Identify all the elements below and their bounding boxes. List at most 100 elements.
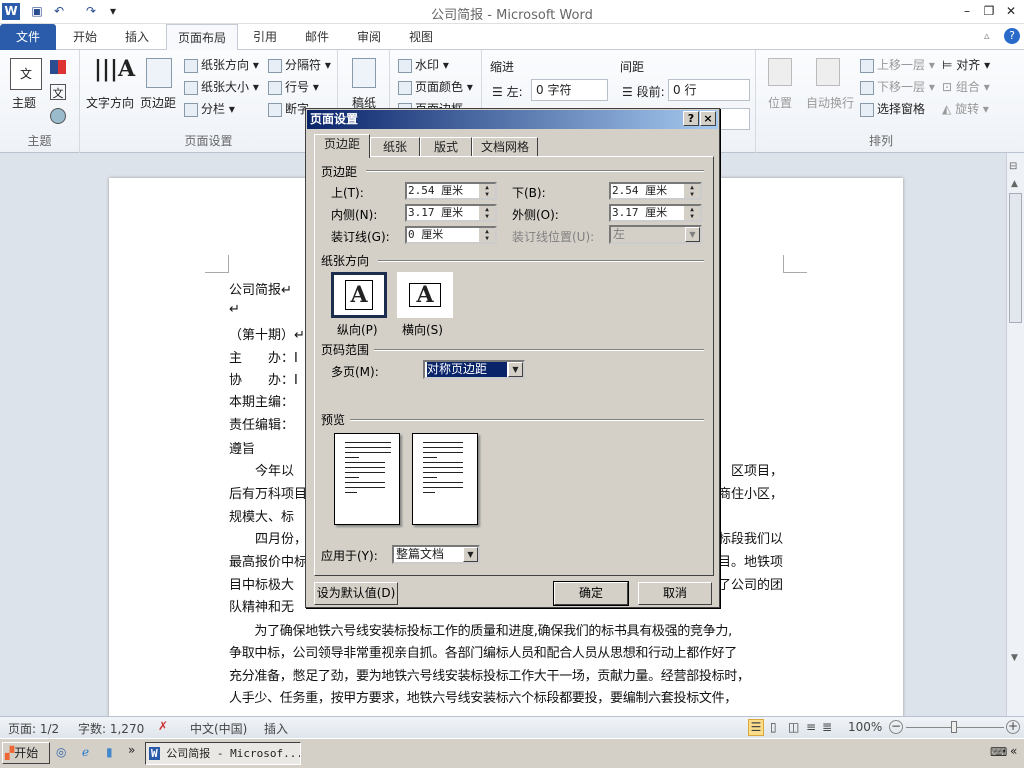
document-line[interactable]: 遵旨 bbox=[229, 438, 255, 457]
tab-mailings[interactable]: 邮件 bbox=[294, 24, 340, 50]
rotate-button[interactable]: ◭ 旋转 ▾ bbox=[942, 100, 989, 117]
multiple-pages-select[interactable]: 对称页边距 ▼ bbox=[423, 360, 525, 379]
tab-layout[interactable]: 版式 bbox=[420, 137, 472, 157]
document-line-end[interactable]: 目。地铁项 bbox=[718, 551, 783, 570]
scrollbar-thumb[interactable] bbox=[1009, 193, 1022, 323]
document-line[interactable]: 最高报价中标 bbox=[229, 551, 307, 570]
tab-paper[interactable]: 纸张 bbox=[370, 137, 420, 157]
margins-button[interactable]: 页边距 bbox=[140, 94, 176, 111]
margins-icon[interactable] bbox=[146, 58, 172, 88]
minimize-ribbon-icon[interactable]: ▵ bbox=[984, 29, 990, 42]
chevron-down-icon[interactable]: ▼ bbox=[685, 227, 700, 242]
chevron-down-icon[interactable]: ▼ bbox=[463, 547, 478, 562]
orientation-button[interactable]: 纸张方向 ▾ bbox=[184, 56, 259, 73]
selection-pane-button[interactable]: 选择窗格 bbox=[860, 100, 925, 117]
expand-tray-icon[interactable]: « bbox=[1010, 744, 1017, 758]
tab-view[interactable]: 视图 bbox=[398, 24, 444, 50]
group-button[interactable]: ⊡ 组合 ▾ bbox=[942, 78, 990, 95]
tab-references[interactable]: 引用 bbox=[242, 24, 288, 50]
web-layout-icon[interactable]: ◫ bbox=[788, 720, 799, 734]
spinner-icon[interactable]: ▲ ▼ bbox=[684, 206, 700, 220]
top-margin-input[interactable]: 2.54 厘米 ▲ ▼ bbox=[405, 182, 497, 200]
tab-document-grid[interactable]: 文档网格 bbox=[472, 137, 538, 157]
text-direction-icon[interactable]: |||A bbox=[94, 56, 135, 82]
dialog-help-button[interactable]: ? bbox=[683, 111, 699, 126]
portrait-label[interactable]: 纵向(P) bbox=[337, 321, 378, 338]
document-line[interactable]: 公司简报↵ bbox=[229, 279, 292, 298]
wrap-text-button[interactable]: 自动换行 bbox=[806, 94, 854, 111]
dialog-title-bar[interactable]: 页面设置 bbox=[307, 110, 718, 129]
size-button[interactable]: 纸张大小 ▾ bbox=[184, 78, 259, 95]
close-button[interactable]: ✕ bbox=[1002, 3, 1020, 20]
quicklaunch-icon[interactable]: ◎ bbox=[56, 745, 66, 759]
document-line[interactable]: 后有万科项目 bbox=[229, 483, 307, 502]
restore-button[interactable]: ❐ bbox=[980, 3, 998, 20]
themes-icon[interactable]: 文 bbox=[10, 58, 42, 90]
line-numbers-button[interactable]: 行号 ▾ bbox=[268, 78, 319, 95]
themes-button[interactable]: 主题 bbox=[12, 94, 36, 111]
text-direction-button[interactable]: 文字方向 bbox=[86, 94, 134, 111]
tab-home[interactable]: 开始 bbox=[62, 24, 108, 50]
chevron-down-icon[interactable]: ▼ bbox=[508, 362, 523, 377]
tab-page-layout[interactable]: 页面布局 bbox=[166, 24, 238, 51]
inside-margin-input[interactable]: 3.17 厘米 ▲ ▼ bbox=[405, 204, 497, 222]
zoom-slider-thumb[interactable] bbox=[951, 721, 957, 733]
internet-explorer-icon[interactable]: ℯ bbox=[82, 745, 89, 759]
document-line-end[interactable]: 了公司的团 bbox=[718, 574, 783, 593]
quicklaunch-icon[interactable]: ▮ bbox=[106, 745, 113, 759]
proofing-icon[interactable]: ✗ bbox=[158, 719, 168, 733]
document-line-end[interactable]: 区项目， bbox=[731, 460, 783, 479]
page-color-button[interactable]: 页面颜色 ▾ bbox=[398, 78, 473, 95]
breaks-button[interactable]: 分隔符 ▾ bbox=[268, 56, 331, 73]
ok-button[interactable]: 确定 bbox=[553, 581, 629, 606]
spacing-before-input[interactable]: 0 行 bbox=[668, 79, 750, 101]
landscape-label[interactable]: 横向(S) bbox=[402, 321, 443, 338]
document-line[interactable]: 规模大、标 bbox=[229, 506, 294, 525]
more-icon[interactable]: » bbox=[128, 743, 135, 757]
cancel-button[interactable]: 取消 bbox=[638, 582, 712, 605]
tab-review[interactable]: 审阅 bbox=[346, 24, 392, 50]
watermark-button[interactable]: 水印 ▾ bbox=[398, 56, 449, 73]
bring-forward-button[interactable]: 上移一层 ▾ bbox=[860, 56, 935, 73]
apply-to-select[interactable]: 整篇文档 ▼ bbox=[392, 545, 480, 564]
page-count[interactable]: 页面: 1/2 bbox=[8, 720, 59, 737]
document-line-end[interactable]: 标段我们以 bbox=[718, 528, 783, 547]
minimize-button[interactable]: – bbox=[958, 3, 976, 20]
position-button[interactable]: 位置 bbox=[768, 94, 792, 111]
theme-effects-icon[interactable] bbox=[50, 108, 66, 124]
document-line-end[interactable]: 商住小区， bbox=[718, 483, 783, 502]
print-layout-icon[interactable]: ☰ bbox=[748, 719, 764, 736]
taskbar-word-window[interactable]: W 公司简报 - Microsof... bbox=[145, 742, 301, 765]
portrait-option[interactable]: A bbox=[331, 272, 387, 318]
send-backward-button[interactable]: 下移一层 ▾ bbox=[860, 78, 935, 95]
spinner-icon[interactable]: ▲ ▼ bbox=[684, 184, 700, 198]
start-button[interactable]: ▞开始 bbox=[2, 742, 50, 764]
draft-paper-icon[interactable] bbox=[352, 58, 376, 88]
document-line[interactable]: （第十期）↵ bbox=[229, 324, 305, 343]
theme-colors-icon[interactable] bbox=[50, 60, 66, 74]
document-line[interactable]: 充分准备，憋足了劲，要为地铁六号线安装标投标工作大干一场，贡献力量。经营部投标时… bbox=[229, 665, 785, 684]
columns-button[interactable]: 分栏 ▾ bbox=[184, 100, 235, 117]
document-line[interactable]: 责任编辑： bbox=[229, 414, 294, 433]
scroll-up-icon[interactable]: ▲ bbox=[1011, 179, 1018, 189]
full-screen-reading-icon[interactable]: ▯ bbox=[770, 720, 777, 734]
document-line[interactable]: ↵ bbox=[229, 302, 240, 317]
bottom-margin-input[interactable]: 2.54 厘米 ▲ ▼ bbox=[609, 182, 702, 200]
landscape-option[interactable]: A bbox=[397, 272, 453, 318]
vertical-scrollbar[interactable]: ⊟ ▲ ▼ bbox=[1006, 153, 1024, 716]
keyboard-icon[interactable]: ⌨ bbox=[990, 745, 1007, 759]
tab-insert[interactable]: 插入 bbox=[114, 24, 160, 50]
outside-margin-input[interactable]: 3.17 厘米 ▲ ▼ bbox=[609, 204, 702, 222]
document-line[interactable]: 为了确保地铁六号线安装标投标工作的质量和进度,确保我们的标书具有极强的竞争力, bbox=[229, 620, 785, 639]
help-icon[interactable]: ? bbox=[1004, 28, 1020, 44]
spinner-icon[interactable]: ▲ ▼ bbox=[479, 184, 495, 198]
document-line[interactable]: 本期主编： bbox=[229, 391, 294, 410]
gutter-position-select[interactable]: 左 ▼ bbox=[609, 225, 702, 244]
align-button[interactable]: ⊨ 对齐 ▾ bbox=[942, 56, 990, 73]
gutter-input[interactable]: 0 厘米 ▲ ▼ bbox=[405, 226, 497, 244]
spinner-icon[interactable]: ▲ ▼ bbox=[479, 206, 495, 220]
word-count[interactable]: 字数: 1,270 bbox=[78, 720, 144, 737]
draft-view-icon[interactable]: ≣ bbox=[822, 720, 832, 734]
document-line[interactable]: 队精神和无 bbox=[229, 596, 294, 615]
wrap-text-icon[interactable] bbox=[816, 58, 840, 86]
